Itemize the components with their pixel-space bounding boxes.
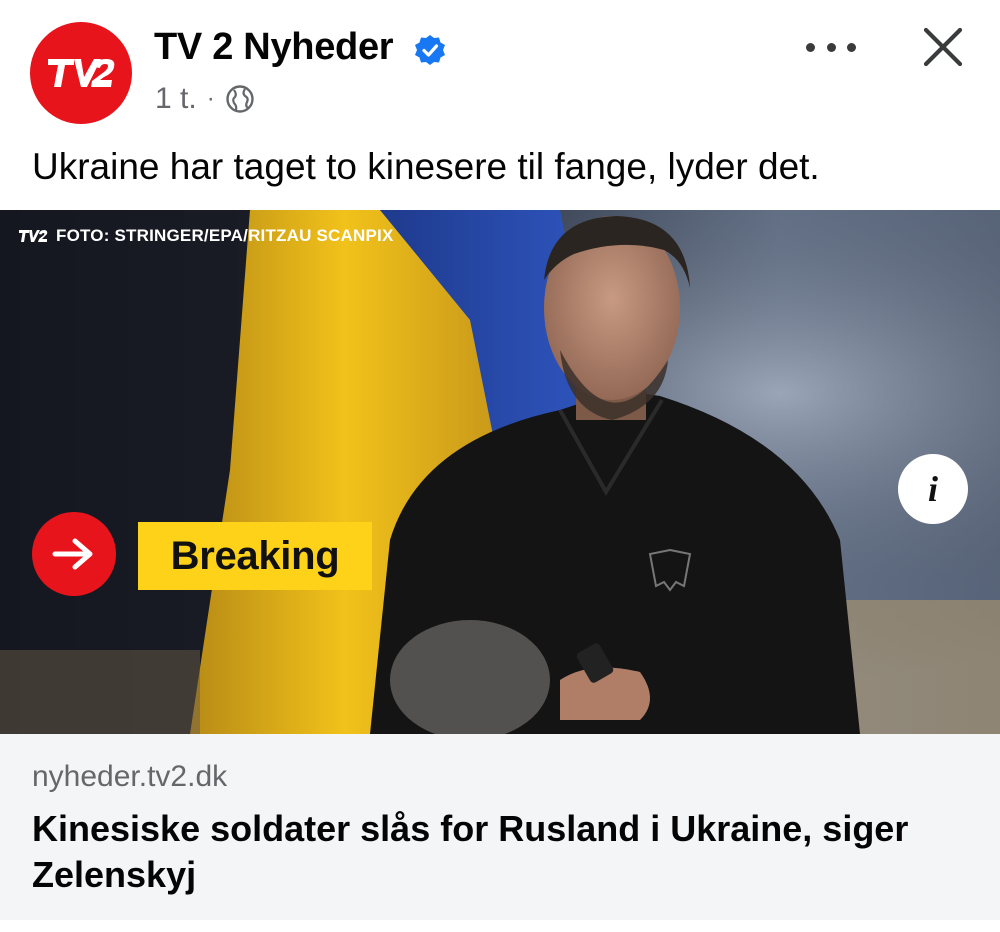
- post-header: TV 2 Nyheder 1 t. ·: [0, 0, 1000, 140]
- verified-badge-icon: [415, 35, 445, 65]
- close-icon[interactable]: [920, 24, 966, 70]
- tv2-logo-icon: [48, 59, 115, 87]
- post-timestamp[interactable]: 1 t.: [155, 82, 197, 116]
- page-name[interactable]: TV 2 Nyheder: [154, 26, 394, 69]
- more-dot: [847, 42, 856, 52]
- photo-credit: FOTO: STRINGER/EPA/RITZAU SCANPIX: [18, 226, 394, 246]
- page-avatar[interactable]: [30, 22, 132, 124]
- more-dot: [826, 42, 836, 52]
- link-domain: nyheder.tv2.dk: [32, 760, 228, 793]
- arrow-right-icon: [32, 512, 116, 596]
- info-button[interactable]: i: [898, 454, 968, 524]
- post-image[interactable]: FOTO: STRINGER/EPA/RITZAU SCANPIX i Brea…: [0, 210, 1000, 734]
- link-preview[interactable]: nyheder.tv2.dk Kinesiske soldater slås f…: [0, 734, 1000, 920]
- meta-separator: ·: [206, 85, 215, 112]
- breaking-label: Breaking: [138, 522, 372, 590]
- post-meta: 1 t. ·: [155, 82, 255, 116]
- more-dot: [806, 42, 815, 52]
- photo-credit-text: FOTO: STRINGER/EPA/RITZAU SCANPIX: [56, 226, 394, 245]
- link-title[interactable]: Kinesiske soldater slås for Rusland i Uk…: [32, 806, 972, 898]
- globe-icon: [226, 85, 254, 113]
- more-options-button[interactable]: [806, 30, 856, 64]
- news-photo: [0, 210, 1000, 734]
- tv2-mini-logo-icon: [19, 230, 48, 242]
- post-text: Ukraine har taget to kinesere til fange,…: [32, 146, 820, 187]
